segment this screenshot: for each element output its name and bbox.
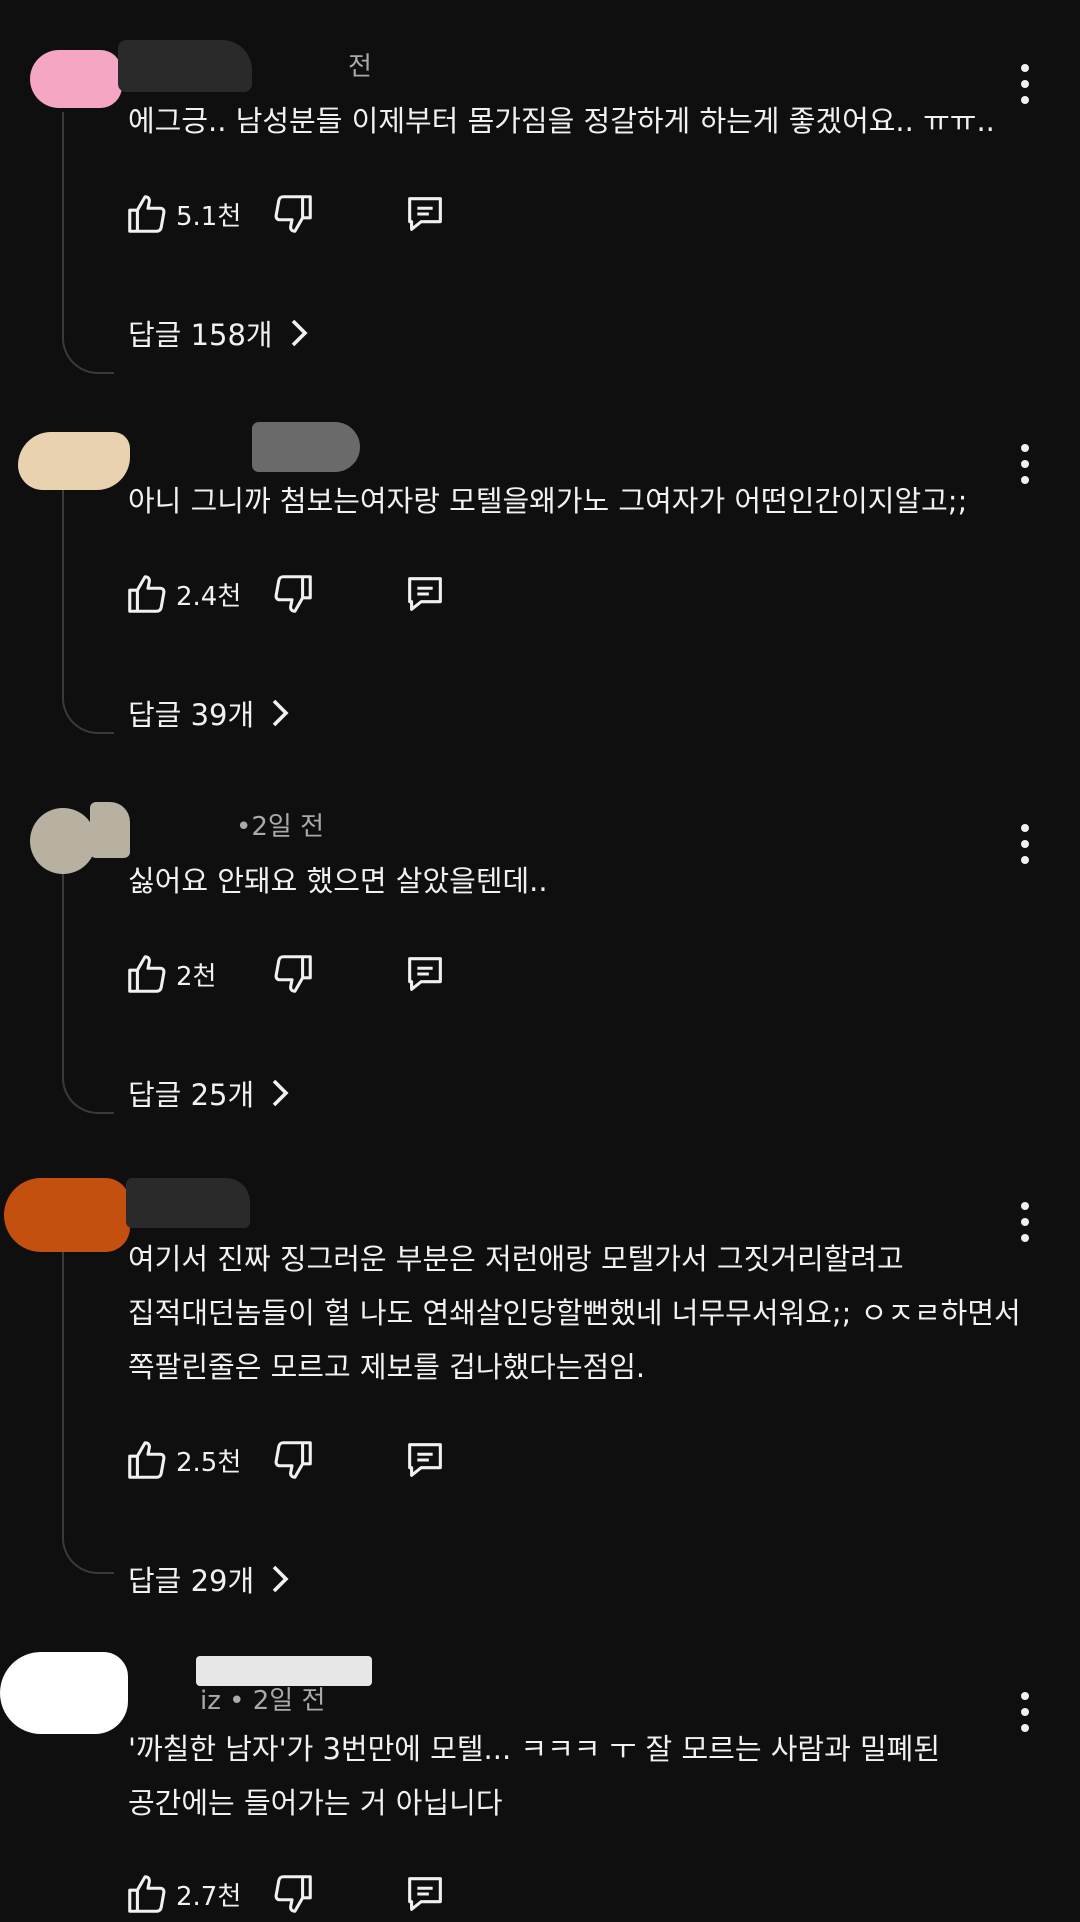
comment-line: 여기서 진짜 징그러운 부분은 저런애랑 모텔가서 그짓거리할려고	[128, 1242, 904, 1276]
comment-icon	[408, 1877, 442, 1911]
thread-line	[62, 872, 114, 1114]
thumbs-down-icon	[274, 575, 312, 613]
comment-line: 에그긍.. 남성분들 이제부터 몸가짐을 정갈하게 하는게 좋겠어요.. ㅠㅠ.…	[128, 104, 995, 138]
comment-icon	[408, 957, 442, 991]
comment-meta: •2일 전	[236, 812, 324, 842]
thumbs-up-icon	[128, 1441, 166, 1479]
comment-text: 에그긍.. 남성분들 이제부터 몸가짐을 정갈하게 하는게 좋겠어요.. ㅠㅠ.…	[128, 94, 1008, 148]
thumbs-down-icon	[274, 1875, 312, 1913]
thumbs-up-icon	[128, 195, 166, 233]
comment-actions: 2.5천	[124, 1432, 524, 1488]
comment-text: 싫어요 안돼요 했으면 살았을텐데..	[128, 854, 1008, 908]
comment-line: 싫어요 안돼요 했으면 살았을텐데..	[128, 864, 548, 898]
chevron-right-icon	[272, 1565, 289, 1593]
comment-line: '까칠한 남자'가 3번만에 모텔... ㅋㅋㅋ ㅜ 잘 모르는 사람과 밀폐된	[128, 1732, 941, 1766]
reply-button[interactable]	[402, 186, 448, 242]
reply-button[interactable]	[402, 1866, 448, 1922]
redacted-username	[90, 802, 130, 858]
replies-count: 답글 25개	[128, 1078, 255, 1112]
more-actions-button[interactable]	[1010, 64, 1040, 104]
comment-actions: 2.7천	[124, 1866, 524, 1922]
avatar[interactable]	[30, 808, 96, 874]
chevron-right-icon	[291, 319, 308, 347]
comment-line: 아니 그니까 첨보는여자랑 모텔을왜가노 그여자가 어떤인간이지알고;;	[128, 484, 968, 518]
like-count: 5.1천	[176, 201, 242, 232]
comment-actions: 5.1천	[124, 186, 524, 242]
like-button[interactable]: 2.5천	[124, 1432, 241, 1488]
comment-line: 쪽팔린줄은 모르고 제보를 겁나했다는점임.	[128, 1350, 646, 1384]
more-vert-icon	[1021, 64, 1029, 72]
view-replies-link[interactable]: 답글 25개	[128, 1072, 290, 1114]
comment-text: 여기서 진짜 징그러운 부분은 저런애랑 모텔가서 그짓거리할려고 집적대던놈들…	[128, 1232, 1021, 1394]
thumbs-down-icon	[274, 1441, 312, 1479]
dislike-button[interactable]	[270, 1432, 316, 1488]
thread-line	[62, 1250, 114, 1574]
comment-text: 아니 그니까 첨보는여자랑 모텔을왜가노 그여자가 어떤인간이지알고;;	[128, 474, 1008, 528]
chevron-right-icon	[272, 1079, 289, 1107]
comment-line: 집적대던놈들이 헐 나도 연쇄살인당할뻔했네 너무무서워요;; ㅇㅈㄹ하면서	[128, 1296, 1021, 1330]
thread-line	[62, 490, 114, 734]
dislike-button[interactable]	[270, 566, 316, 622]
more-actions-button[interactable]	[1010, 1692, 1040, 1732]
comment-icon	[408, 197, 442, 231]
avatar[interactable]	[18, 432, 130, 490]
like-button[interactable]: 2.4천	[124, 566, 241, 622]
avatar[interactable]	[4, 1178, 130, 1252]
like-count: 2.5천	[176, 1447, 242, 1478]
thumbs-up-icon	[128, 575, 166, 613]
like-button[interactable]: 2천	[124, 946, 216, 1002]
like-count: 2천	[176, 961, 217, 992]
reply-button[interactable]	[402, 946, 448, 1002]
replies-count: 답글 29개	[128, 1564, 255, 1598]
comment-text: '까칠한 남자'가 3번만에 모텔... ㅋㅋㅋ ㅜ 잘 모르는 사람과 밀폐된…	[128, 1722, 1008, 1830]
view-replies-link[interactable]: 답글 39개	[128, 692, 290, 734]
chevron-right-icon	[272, 699, 289, 727]
comment-line: 공간에는 들어가는 거 아닙니다	[128, 1786, 503, 1820]
reply-button[interactable]	[402, 566, 448, 622]
like-button[interactable]: 2.7천	[124, 1866, 241, 1922]
comment-actions: 2.4천	[124, 566, 524, 622]
thread-line	[62, 112, 114, 374]
view-replies-link[interactable]: 답글 29개	[128, 1558, 290, 1600]
comment-icon	[408, 577, 442, 611]
reply-button[interactable]	[402, 1432, 448, 1488]
dislike-button[interactable]	[270, 1866, 316, 1922]
like-count: 2.4천	[176, 581, 242, 612]
more-vert-icon	[1021, 824, 1029, 832]
more-actions-button[interactable]	[1010, 1202, 1040, 1242]
comment-meta: iz • 2일 전	[200, 1686, 326, 1716]
more-vert-icon	[1021, 1692, 1029, 1700]
thumbs-down-icon	[274, 955, 312, 993]
thumbs-up-icon	[128, 1875, 166, 1913]
dislike-button[interactable]	[270, 946, 316, 1002]
more-vert-icon	[1021, 444, 1029, 452]
replies-count: 답글 39개	[128, 698, 255, 732]
like-button[interactable]: 5.1천	[124, 186, 241, 242]
redacted-username	[118, 40, 252, 92]
more-actions-button[interactable]	[1010, 824, 1040, 864]
dislike-button[interactable]	[270, 186, 316, 242]
comment-icon	[408, 1443, 442, 1477]
comment-actions: 2천	[124, 946, 524, 1002]
avatar[interactable]	[30, 50, 122, 108]
view-replies-link[interactable]: 답글 158개	[128, 312, 309, 354]
redacted-username	[126, 1178, 250, 1228]
more-actions-button[interactable]	[1010, 444, 1040, 484]
thumbs-down-icon	[274, 195, 312, 233]
more-vert-icon	[1021, 1202, 1029, 1210]
redacted-username	[252, 422, 360, 472]
like-count: 2.7천	[176, 1881, 242, 1912]
thumbs-up-icon	[128, 955, 166, 993]
replies-count: 답글 158개	[128, 318, 273, 352]
comment-meta: 전	[348, 52, 372, 82]
avatar[interactable]	[0, 1652, 128, 1734]
